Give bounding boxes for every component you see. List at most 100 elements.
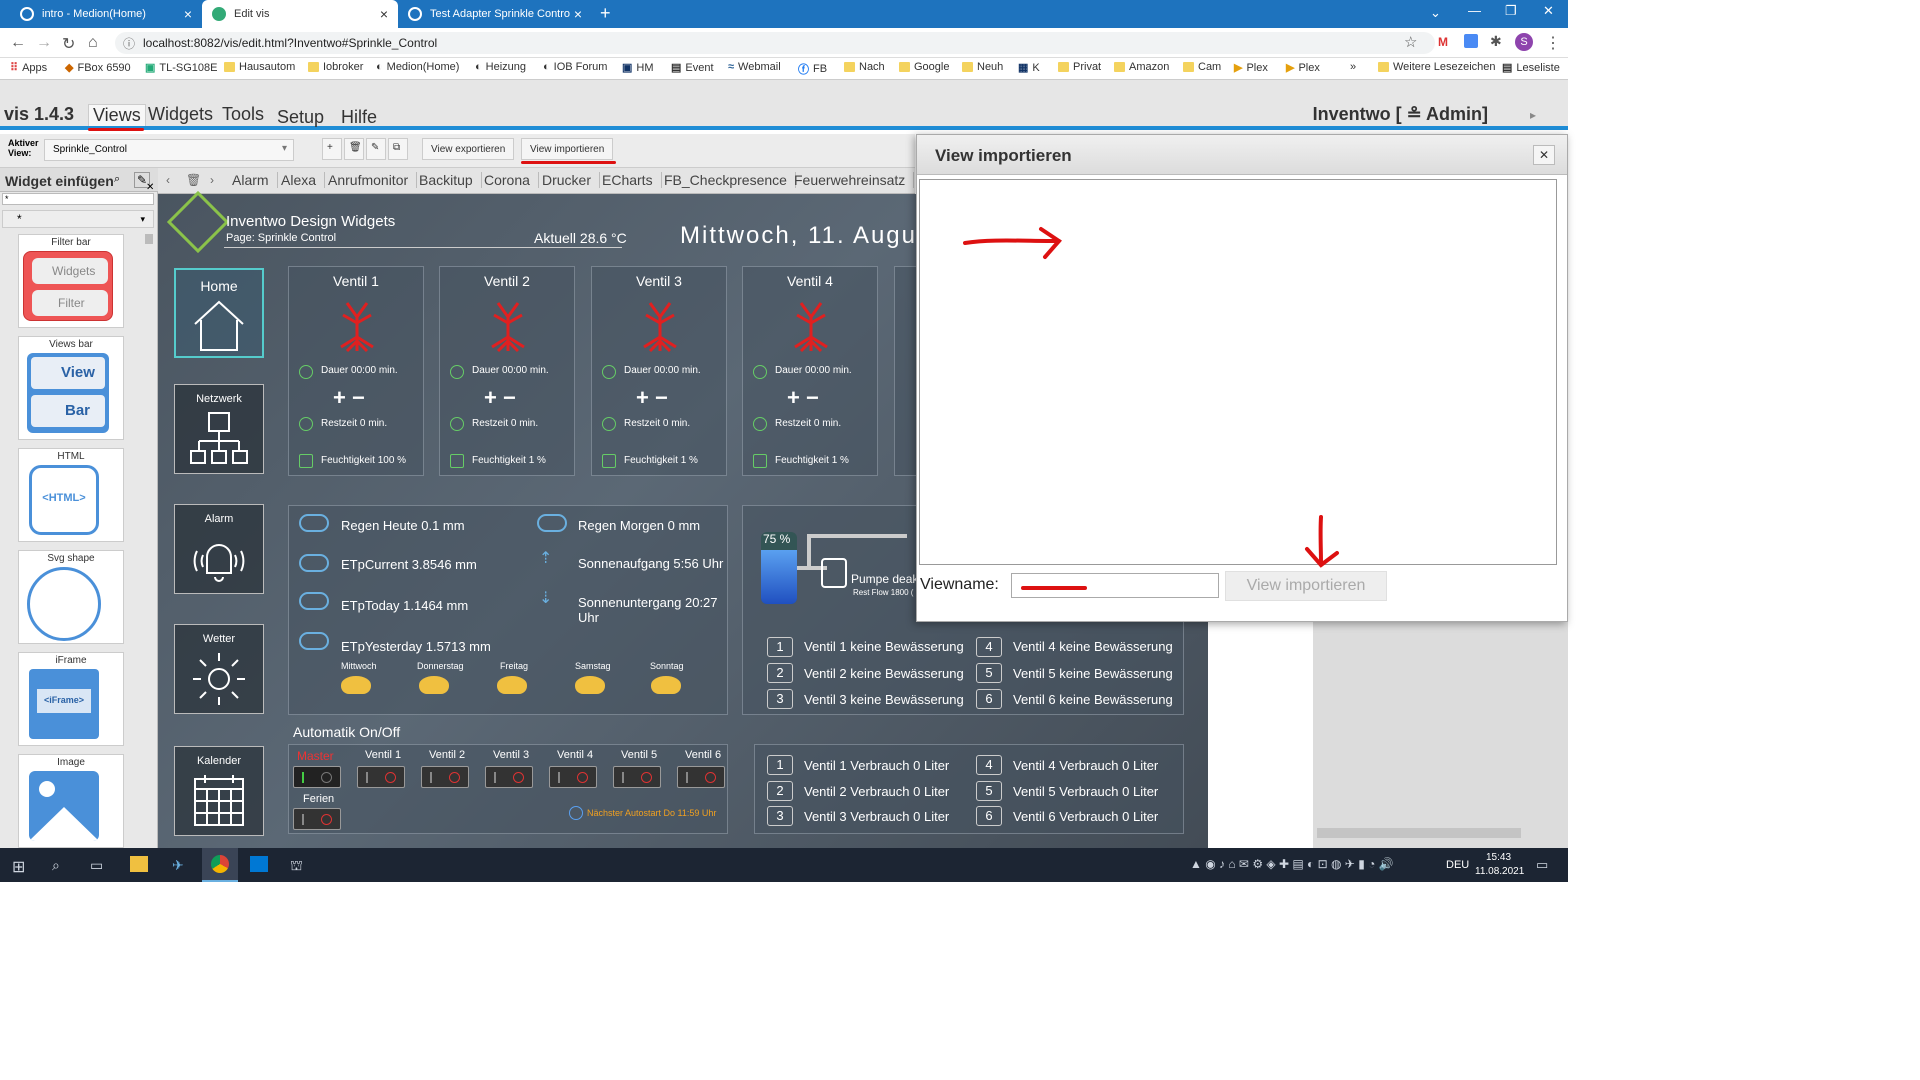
tab-close-icon[interactable]: ×	[380, 6, 388, 22]
view-tab[interactable]: Drucker	[542, 172, 601, 188]
bookmark-item[interactable]: Iobroker	[308, 61, 363, 73]
bookmark-item[interactable]: ▤ Event	[671, 61, 714, 75]
view-tab[interactable]: Corona	[484, 172, 539, 188]
bookmark-item[interactable]: ◐ Heizung	[475, 61, 526, 73]
bookmark-item[interactable]: ▦ K	[1018, 61, 1040, 75]
menu-icon[interactable]: ⋮	[1545, 33, 1561, 53]
bookmark-item[interactable]: Neuh	[962, 61, 1003, 73]
ferien-switch[interactable]	[293, 808, 341, 830]
browser-tab[interactable]: intro - Medion(Home) ×	[10, 0, 202, 28]
copy-view-icon[interactable]: ⧉	[388, 138, 408, 160]
translate-icon[interactable]	[1464, 34, 1478, 48]
view-tab[interactable]: Feuerwehreinsatz	[794, 172, 915, 188]
widget-svg-shape[interactable]: Svg shape	[18, 550, 124, 644]
home-icon[interactable]: ⌂	[88, 34, 98, 52]
new-tab-button[interactable]: +	[600, 3, 611, 24]
minimize-button[interactable]: —	[1468, 3, 1481, 18]
bookmark-item[interactable]: ◆ FBox 6590	[65, 61, 131, 75]
view-tab[interactable]: Anrufmonitor	[328, 172, 418, 188]
view-tab[interactable]: Alexa	[281, 172, 326, 188]
search-icon[interactable]: ⌕	[114, 173, 120, 186]
browser-tab[interactable]: Test Adapter Sprinkle Control mi ×	[398, 0, 592, 28]
play-icon[interactable]: ▸	[1530, 108, 1536, 122]
ventil-switch[interactable]	[677, 766, 725, 788]
windows-start-icon[interactable]: ⊞	[12, 857, 25, 877]
search-icon[interactable]: ⌕	[52, 857, 60, 874]
clock-time[interactable]: 15:43	[1486, 852, 1511, 863]
ventil-switch[interactable]	[485, 766, 533, 788]
widget-set-select[interactable]: * ▾	[2, 210, 154, 228]
close-window-button[interactable]: ✕	[1543, 3, 1554, 19]
plus-minus-buttons[interactable]: + −	[484, 385, 516, 411]
bookmark-item[interactable]: Nach	[844, 61, 885, 73]
widget-iframe[interactable]: iFrame <iFrame>	[18, 652, 124, 746]
bookmark-item[interactable]: ⓕ FB	[798, 61, 827, 77]
menu-setup[interactable]: Setup	[277, 107, 324, 128]
reload-icon[interactable]: ↻	[62, 34, 75, 54]
close-icon[interactable]: ✕	[1533, 145, 1555, 165]
view-tab[interactable]: Backitup	[419, 172, 482, 188]
widget-image[interactable]: Image	[18, 754, 124, 848]
app-icon[interactable]: ⛫	[290, 857, 303, 876]
scrollbar-thumb[interactable]	[145, 234, 153, 244]
app-icon[interactable]: ✈	[172, 857, 184, 874]
bookmark-item[interactable]: ▶ Plex	[1234, 61, 1268, 75]
widget-filter-input[interactable]: *	[2, 193, 154, 205]
nav-netzwerk[interactable]: Netzwerk	[174, 384, 264, 474]
tab-close-icon[interactable]: ×	[574, 6, 582, 22]
bookmark-item[interactable]: ▣ TL-SG108E	[145, 61, 218, 75]
tab-close-icon[interactable]: ×	[184, 6, 192, 22]
nav-home[interactable]: Home	[174, 268, 264, 358]
bookmark-item[interactable]: Privat	[1058, 61, 1101, 73]
back-icon[interactable]: ←	[10, 34, 26, 52]
scroll-left-icon[interactable]: ‹	[166, 173, 170, 187]
filter-clear-icon[interactable]: ✕	[146, 182, 154, 193]
ventil-switch[interactable]	[421, 766, 469, 788]
other-bookmarks[interactable]: Weitere Lesezeichen	[1378, 61, 1496, 73]
profile-avatar[interactable]: S	[1515, 33, 1533, 51]
menu-widgets[interactable]: Widgets	[148, 104, 213, 125]
ventil-switch[interactable]	[357, 766, 405, 788]
bookmark-item[interactable]: ◐ Medion(Home)	[376, 61, 459, 73]
outlook-icon[interactable]	[250, 856, 268, 872]
view-tab[interactable]: FB_Checkpresence	[664, 172, 796, 188]
view-tab[interactable]: Alarm	[232, 172, 278, 188]
delete-icon[interactable]: 🗑	[186, 173, 201, 187]
horizontal-scrollbar[interactable]	[1317, 828, 1521, 838]
bookmark-star-icon[interactable]: ☆	[1404, 33, 1417, 51]
view-export-button[interactable]: View exportieren	[422, 138, 515, 160]
file-explorer-icon[interactable]	[130, 856, 148, 872]
plus-minus-buttons[interactable]: + −	[333, 385, 365, 411]
language-indicator[interactable]: DEU	[1446, 859, 1469, 871]
master-switch[interactable]	[293, 766, 341, 788]
bookmark-item[interactable]: ◐ IOB Forum	[543, 61, 607, 73]
delete-view-icon[interactable]: 🗑	[344, 138, 364, 160]
reading-list[interactable]: ▤ Leseliste	[1502, 61, 1560, 75]
bookmark-item[interactable]: ≈ Webmail	[728, 61, 781, 73]
plus-minus-buttons[interactable]: + −	[636, 385, 668, 411]
view-import-button[interactable]: View importieren	[521, 138, 614, 160]
nav-alarm[interactable]: Alarm	[174, 504, 264, 594]
task-view-icon[interactable]: ▭	[90, 857, 103, 874]
bookmark-item[interactable]: ▣ HM	[622, 61, 654, 75]
gmail-icon[interactable]: M	[1438, 35, 1448, 49]
bookmark-item[interactable]: Amazon	[1114, 61, 1169, 73]
rename-view-icon[interactable]: ✎	[366, 138, 386, 160]
bookmark-item[interactable]: Hausautom	[224, 61, 295, 73]
tray-icons[interactable]: ▲ ◉ ♪ ⌂ ✉ ⚙ ◈ ✚ ▤ ◐ ⊡ ◍ ✈ ▮ ◔ 🔊	[1190, 857, 1394, 871]
browser-tab-active[interactable]: Edit vis ×	[202, 0, 398, 28]
menu-hilfe[interactable]: Hilfe	[341, 107, 377, 128]
active-view-select[interactable]: Sprinkle_Control ▾	[44, 139, 294, 161]
notification-icon[interactable]: ▭	[1536, 857, 1548, 873]
restore-button[interactable]: ❐	[1505, 3, 1517, 19]
bookmark-item[interactable]: ⠿ Apps	[10, 61, 47, 75]
ventil-switch[interactable]	[613, 766, 661, 788]
bookmark-item[interactable]: ▶ Plex	[1286, 61, 1320, 75]
menu-views[interactable]: Views	[88, 104, 146, 126]
view-import-submit-button[interactable]: View importieren	[1225, 571, 1387, 601]
forward-icon[interactable]: →	[36, 34, 52, 52]
nav-wetter[interactable]: Wetter	[174, 624, 264, 714]
widget-filter-bar[interactable]: Filter bar Widgets Filter	[18, 234, 124, 328]
plus-minus-buttons[interactable]: + −	[787, 385, 819, 411]
url-input[interactable]: ⓘ localhost:8082/vis/edit.html?Inventwo#…	[115, 32, 1435, 54]
